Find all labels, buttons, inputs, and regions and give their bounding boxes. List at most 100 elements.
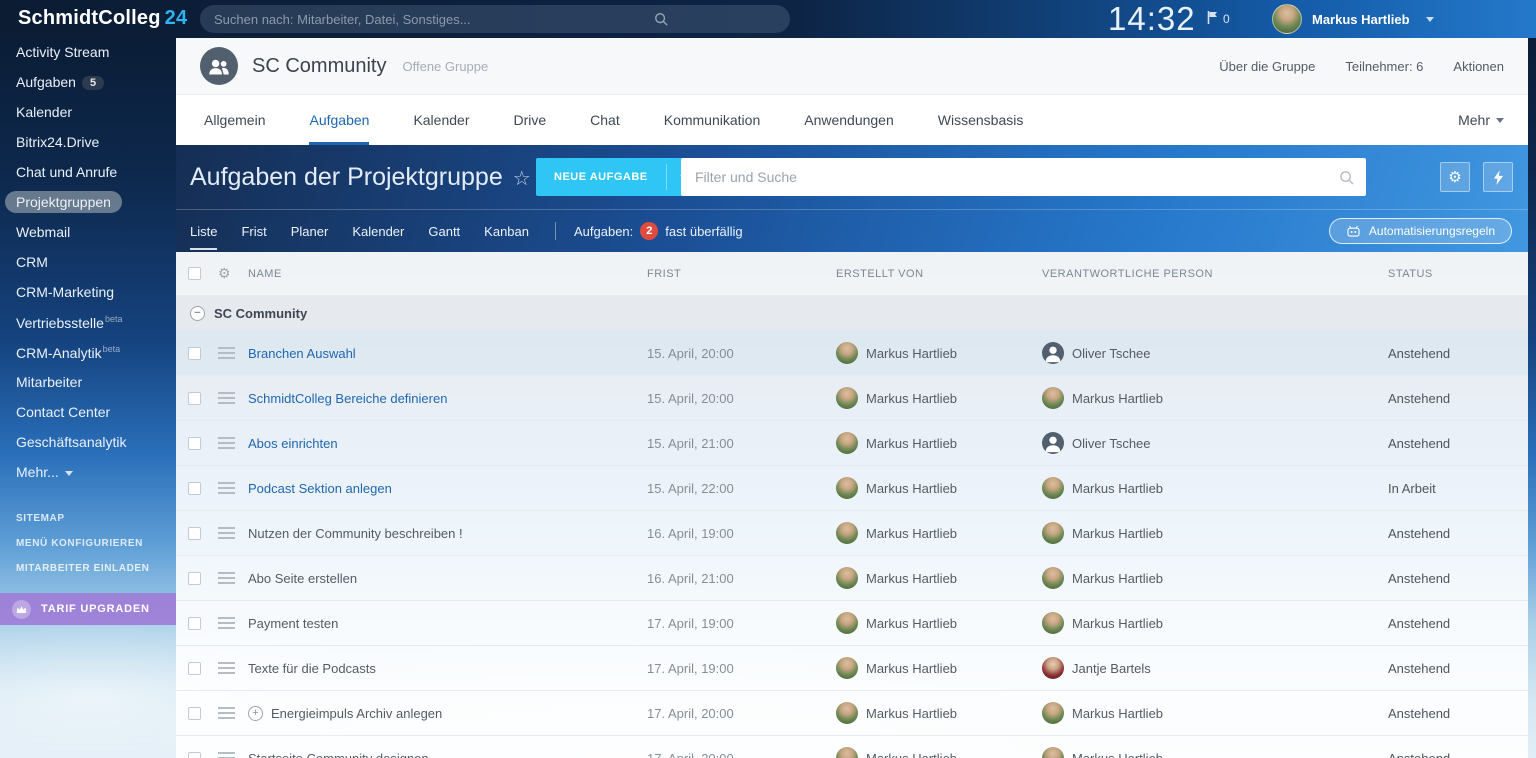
person-name[interactable]: Markus Hartlieb xyxy=(866,436,957,451)
global-search[interactable] xyxy=(200,5,790,33)
tab-kommunikation[interactable]: Kommunikation xyxy=(664,95,761,145)
person-name[interactable]: Markus Hartlieb xyxy=(1072,751,1163,758)
row-checkbox[interactable] xyxy=(188,437,201,450)
sidebar-item-crm[interactable]: CRM xyxy=(0,248,176,278)
sidebar-item-projektgruppen[interactable]: Projektgruppen xyxy=(0,188,176,218)
column-created-by[interactable]: ERSTELLT VON xyxy=(836,268,1042,280)
sidebar-item-webmail[interactable]: Webmail xyxy=(0,218,176,248)
sidebar-footer-men-konfigurieren[interactable]: MENÜ KONFIGURIEREN xyxy=(0,531,176,556)
table-row[interactable]: Podcast Sektion anlegen15. April, 22:00M… xyxy=(176,466,1528,511)
settings-button[interactable]: ⚙ xyxy=(1440,162,1470,192)
task-name-link[interactable]: Podcast Sektion anlegen xyxy=(248,481,392,496)
sidebar-item-mitarbeiter[interactable]: Mitarbeiter xyxy=(0,368,176,398)
person-name[interactable]: Markus Hartlieb xyxy=(1072,706,1163,721)
new-task-button[interactable]: NEUE AUFGABE xyxy=(536,158,695,196)
sidebar-item-mehr[interactable]: Mehr... xyxy=(0,458,176,488)
drag-handle-icon[interactable] xyxy=(218,752,235,758)
view-tab-gantt[interactable]: Gantt xyxy=(428,212,460,250)
view-tab-frist[interactable]: Frist xyxy=(241,212,266,250)
view-tab-kanban[interactable]: Kanban xyxy=(484,212,529,250)
row-checkbox[interactable] xyxy=(188,482,201,495)
user-menu[interactable]: Markus Hartlieb xyxy=(1272,4,1434,34)
actions-link[interactable]: Aktionen xyxy=(1453,59,1504,74)
person-name[interactable]: Markus Hartlieb xyxy=(1072,481,1163,496)
person-name[interactable]: Oliver Tschee xyxy=(1072,436,1151,451)
automation-rules-button[interactable]: Automatisierungsregeln xyxy=(1329,218,1512,244)
table-row[interactable]: Abos einrichten15. April, 21:00Markus Ha… xyxy=(176,421,1528,466)
sidebar-item-activity-stream[interactable]: Activity Stream xyxy=(0,38,176,68)
person-name[interactable]: Markus Hartlieb xyxy=(866,706,957,721)
drag-handle-icon[interactable] xyxy=(218,347,235,359)
tab-kalender[interactable]: Kalender xyxy=(413,95,469,145)
sidebar-item-vertriebsstelle[interactable]: Vertriebsstellebeta xyxy=(0,308,176,338)
column-due[interactable]: FRIST xyxy=(647,268,836,280)
drag-handle-icon[interactable] xyxy=(218,482,235,494)
sidebar-footer-mitarbeiter-einladen[interactable]: MITARBEITER EINLADEN xyxy=(0,556,176,581)
sidebar-item-gesch-ftsanalytik[interactable]: Geschäftsanalytik xyxy=(0,428,176,458)
drag-handle-icon[interactable] xyxy=(218,572,235,584)
task-name-link[interactable]: Branchen Auswahl xyxy=(248,346,356,361)
quick-actions-button[interactable] xyxy=(1483,162,1513,192)
sidebar-item-bitrix24-drive[interactable]: Bitrix24.Drive xyxy=(0,128,176,158)
column-status[interactable]: STATUS xyxy=(1388,268,1528,280)
person-name[interactable]: Jantje Bartels xyxy=(1072,661,1151,676)
column-responsible[interactable]: VERANTWORTLICHE PERSON xyxy=(1042,268,1388,280)
task-name-link[interactable]: SchmidtColleg Bereiche definieren xyxy=(248,391,447,406)
filter-search-input[interactable] xyxy=(695,169,1330,185)
task-name[interactable]: Payment testen xyxy=(248,616,338,631)
sidebar-item-chat-und-anrufe[interactable]: Chat und Anrufe xyxy=(0,158,176,188)
tab-drive[interactable]: Drive xyxy=(513,95,546,145)
person-name[interactable]: Markus Hartlieb xyxy=(866,751,957,758)
grid-settings-gear-icon[interactable]: ⚙ xyxy=(218,265,248,282)
person-name[interactable]: Markus Hartlieb xyxy=(866,346,957,361)
table-row[interactable]: SchmidtColleg Bereiche definieren15. Apr… xyxy=(176,376,1528,421)
task-name[interactable]: Abo Seite erstellen xyxy=(248,571,357,586)
person-name[interactable]: Markus Hartlieb xyxy=(866,661,957,676)
person-name[interactable]: Markus Hartlieb xyxy=(866,616,957,631)
drag-handle-icon[interactable] xyxy=(218,617,235,629)
person-name[interactable]: Markus Hartlieb xyxy=(866,481,957,496)
sidebar-item-crm-analytik[interactable]: CRM-Analytikbeta xyxy=(0,338,176,368)
person-name[interactable]: Markus Hartlieb xyxy=(1072,526,1163,541)
app-logo[interactable]: SchmidtColleg24 xyxy=(18,7,187,30)
task-name-link[interactable]: Abos einrichten xyxy=(248,436,338,451)
sidebar-item-kalender[interactable]: Kalender xyxy=(0,98,176,128)
tab-chat[interactable]: Chat xyxy=(590,95,620,145)
tab-wissensbasis[interactable]: Wissensbasis xyxy=(938,95,1024,145)
about-group-link[interactable]: Über die Gruppe xyxy=(1219,59,1315,74)
filter-search[interactable] xyxy=(681,158,1366,196)
table-row[interactable]: Texte für die Podcasts17. April, 19:00Ma… xyxy=(176,646,1528,691)
person-name[interactable]: Markus Hartlieb xyxy=(866,571,957,586)
row-checkbox[interactable] xyxy=(188,752,201,758)
drag-handle-icon[interactable] xyxy=(218,527,235,539)
task-name[interactable]: Nutzen der Community beschreiben ! xyxy=(248,526,463,541)
table-row[interactable]: +Energieimpuls Archiv anlegen17. April, … xyxy=(176,691,1528,736)
sidebar-footer-sitemap[interactable]: SITEMAP xyxy=(0,506,176,531)
row-checkbox[interactable] xyxy=(188,617,201,630)
row-checkbox[interactable] xyxy=(188,662,201,675)
view-tab-kalender[interactable]: Kalender xyxy=(352,212,404,250)
sidebar-item-aufgaben[interactable]: Aufgaben5 xyxy=(0,68,176,98)
upgrade-plan-button[interactable]: TARIF UPGRADEN xyxy=(0,593,176,625)
row-checkbox[interactable] xyxy=(188,527,201,540)
table-row[interactable]: Startseite Community designen17. April, … xyxy=(176,736,1528,758)
favorite-star-icon[interactable]: ☆ xyxy=(513,168,531,190)
drag-handle-icon[interactable] xyxy=(218,707,235,719)
person-name[interactable]: Markus Hartlieb xyxy=(1072,391,1163,406)
table-row[interactable]: Branchen Auswahl15. April, 20:00Markus H… xyxy=(176,331,1528,376)
table-row[interactable]: Payment testen17. April, 19:00Markus Har… xyxy=(176,601,1528,646)
task-name[interactable]: Texte für die Podcasts xyxy=(248,661,376,676)
notifications[interactable]: 0 xyxy=(1207,11,1230,27)
person-name[interactable]: Markus Hartlieb xyxy=(1072,616,1163,631)
global-search-input[interactable] xyxy=(214,12,776,27)
table-row[interactable]: Nutzen der Community beschreiben !16. Ap… xyxy=(176,511,1528,556)
sidebar-item-contact-center[interactable]: Contact Center xyxy=(0,398,176,428)
column-name[interactable]: NAME xyxy=(248,268,647,280)
table-row[interactable]: Abo Seite erstellen16. April, 21:00Marku… xyxy=(176,556,1528,601)
view-tab-liste[interactable]: Liste xyxy=(190,212,217,250)
collapse-group-icon[interactable]: − xyxy=(190,306,205,321)
person-name[interactable]: Markus Hartlieb xyxy=(866,526,957,541)
tab-allgemein[interactable]: Allgemein xyxy=(204,95,265,145)
person-name[interactable]: Markus Hartlieb xyxy=(1072,571,1163,586)
expand-subtasks-icon[interactable]: + xyxy=(248,706,263,721)
